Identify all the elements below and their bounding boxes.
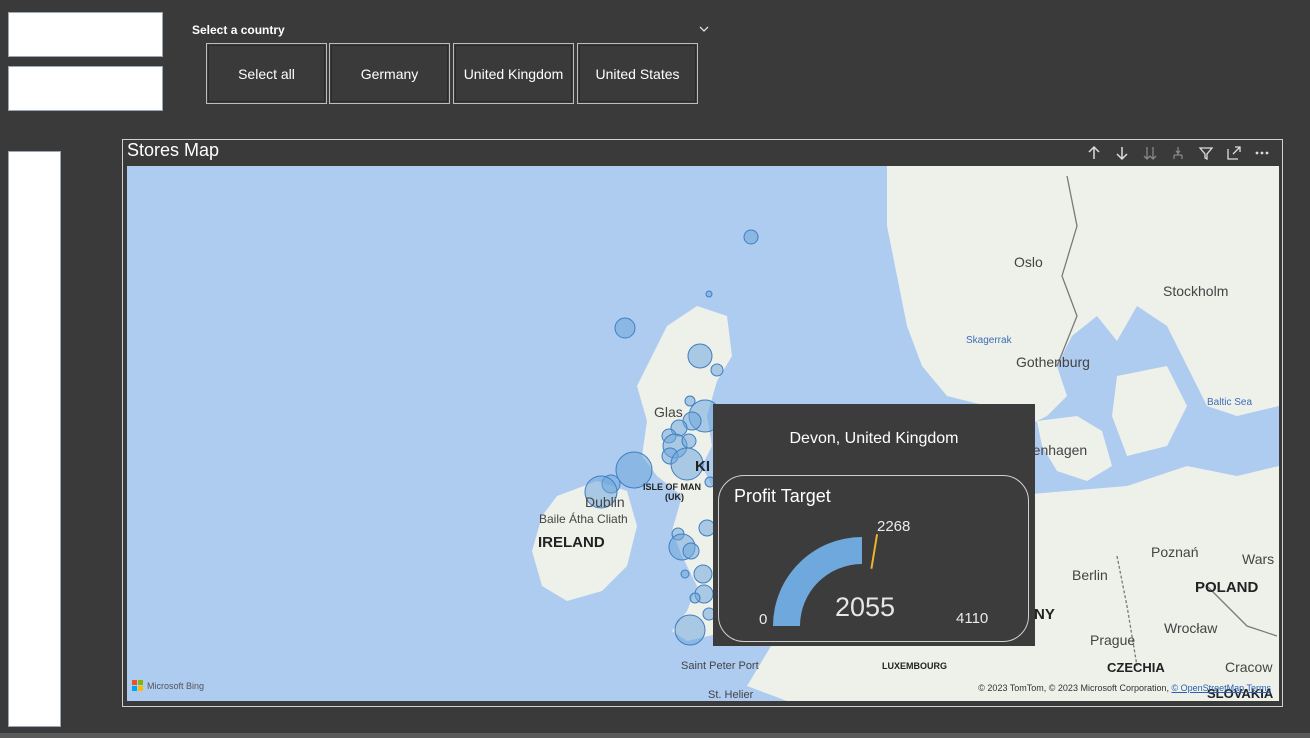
store-bubble[interactable] [687,343,713,369]
map-label-prague: Prague [1090,632,1136,648]
slicer-option-united-kingdom[interactable]: United Kingdom [453,43,574,104]
focus-mode-icon[interactable] [1224,144,1244,162]
store-bubble-devon[interactable] [674,614,706,646]
map-label-oslo: Oslo [1014,254,1043,270]
store-bubble[interactable] [693,564,713,584]
map-tooltip: Devon, United Kingdom Profit Target 0 41… [713,404,1035,646]
map-label-berlin: Berlin [1072,567,1108,583]
chevron-down-icon[interactable] [698,24,710,34]
store-bubble[interactable] [681,433,697,449]
terms-link[interactable]: Terms [1247,683,1272,693]
map-label-baltic-sea: Baltic Sea [1207,397,1253,408]
card-placeholder-2 [8,66,163,111]
gauge-target-marker [870,534,879,569]
store-bubble[interactable] [743,229,759,245]
arrow-up-icon[interactable] [1084,144,1104,162]
double-arrow-down-icon[interactable] [1140,144,1160,162]
gauge-target-label: 2268 [877,518,911,535]
gauge-value: 2055 [835,592,896,622]
map-label-ireland: IRELAND [538,534,605,551]
filter-icon[interactable] [1196,144,1216,162]
gauge-max-label: 4110 [956,610,989,627]
map-label-saint-peter-port: Saint Peter Port [681,660,759,672]
map-label-gothenburg: Gothenburg [1016,354,1090,370]
map-label-warsaw-partial: Wars [1242,551,1275,567]
stores-map[interactable]: Oslo Stockholm Skagerrak Gothenburg Balt… [127,166,1279,701]
slicer-option-united-states[interactable]: United States [577,43,698,104]
map-label-czechia: CZECHIA [1107,660,1165,675]
store-bubble[interactable] [689,592,701,604]
store-bubble[interactable] [614,317,636,339]
store-bubble[interactable] [680,569,690,579]
osm-link[interactable]: © OpenStreetMap [1171,683,1244,693]
map-label-poznan: Poznań [1151,544,1199,560]
bottom-scroll-bar [0,733,1310,738]
map-label-glasgow-partial: Glas [654,404,683,420]
map-label-poland: POLAND [1195,579,1259,596]
map-label-luxembourg: LUXEMBOURG [882,661,947,671]
map-label-isle-of-man: ISLE OF MAN [643,482,701,492]
store-bubble[interactable] [705,290,713,298]
card-placeholder-1 [8,12,163,57]
map-label-uk-short: (UK) [665,492,684,502]
gauge-min-label: 0 [759,611,768,628]
profit-target-gauge: Profit Target 0 4110 2268 2055 [718,475,1029,642]
expand-hierarchy-icon[interactable] [1168,144,1188,162]
arrow-down-icon[interactable] [1112,144,1132,162]
store-bubble[interactable] [710,363,724,377]
map-label-germany-partial: NY [1034,606,1055,623]
more-options-icon[interactable] [1252,144,1272,162]
map-label-baile: Baile Átha Cliath [539,512,628,526]
visual-title: Stores Map [127,140,220,160]
map-copyright: © 2023 TomTom, © 2023 Microsoft Corporat… [978,683,1271,693]
bing-logo-text: Microsoft Bing [147,680,205,691]
slicer-title: Select a country [192,23,285,37]
side-panel-placeholder [8,151,61,727]
slicer-option-select-all[interactable]: Select all [206,43,327,104]
map-label-dublin: Dublin [585,494,625,510]
visual-header-icons [1084,144,1272,162]
slicer-option-germany[interactable]: Germany [329,43,450,104]
tooltip-title: Devon, United Kingdom [789,430,959,447]
map-label-stockholm: Stockholm [1163,283,1229,299]
store-bubble[interactable] [682,542,700,560]
bing-logo: Microsoft Bing [132,680,204,691]
store-bubbles [584,229,759,646]
map-label-wroclaw: Wrocław [1164,620,1218,636]
microsoft-logo-icon [132,680,143,691]
map-label-uk-partial: KI [695,458,710,475]
copyright-text: © 2023 TomTom, © 2023 Microsoft Corporat… [978,683,1172,693]
map-label-skagerrak: Skagerrak [966,335,1012,346]
map-label-st-helier: St. Helier [708,689,754,701]
map-label-cracow: Cracow [1225,659,1273,675]
